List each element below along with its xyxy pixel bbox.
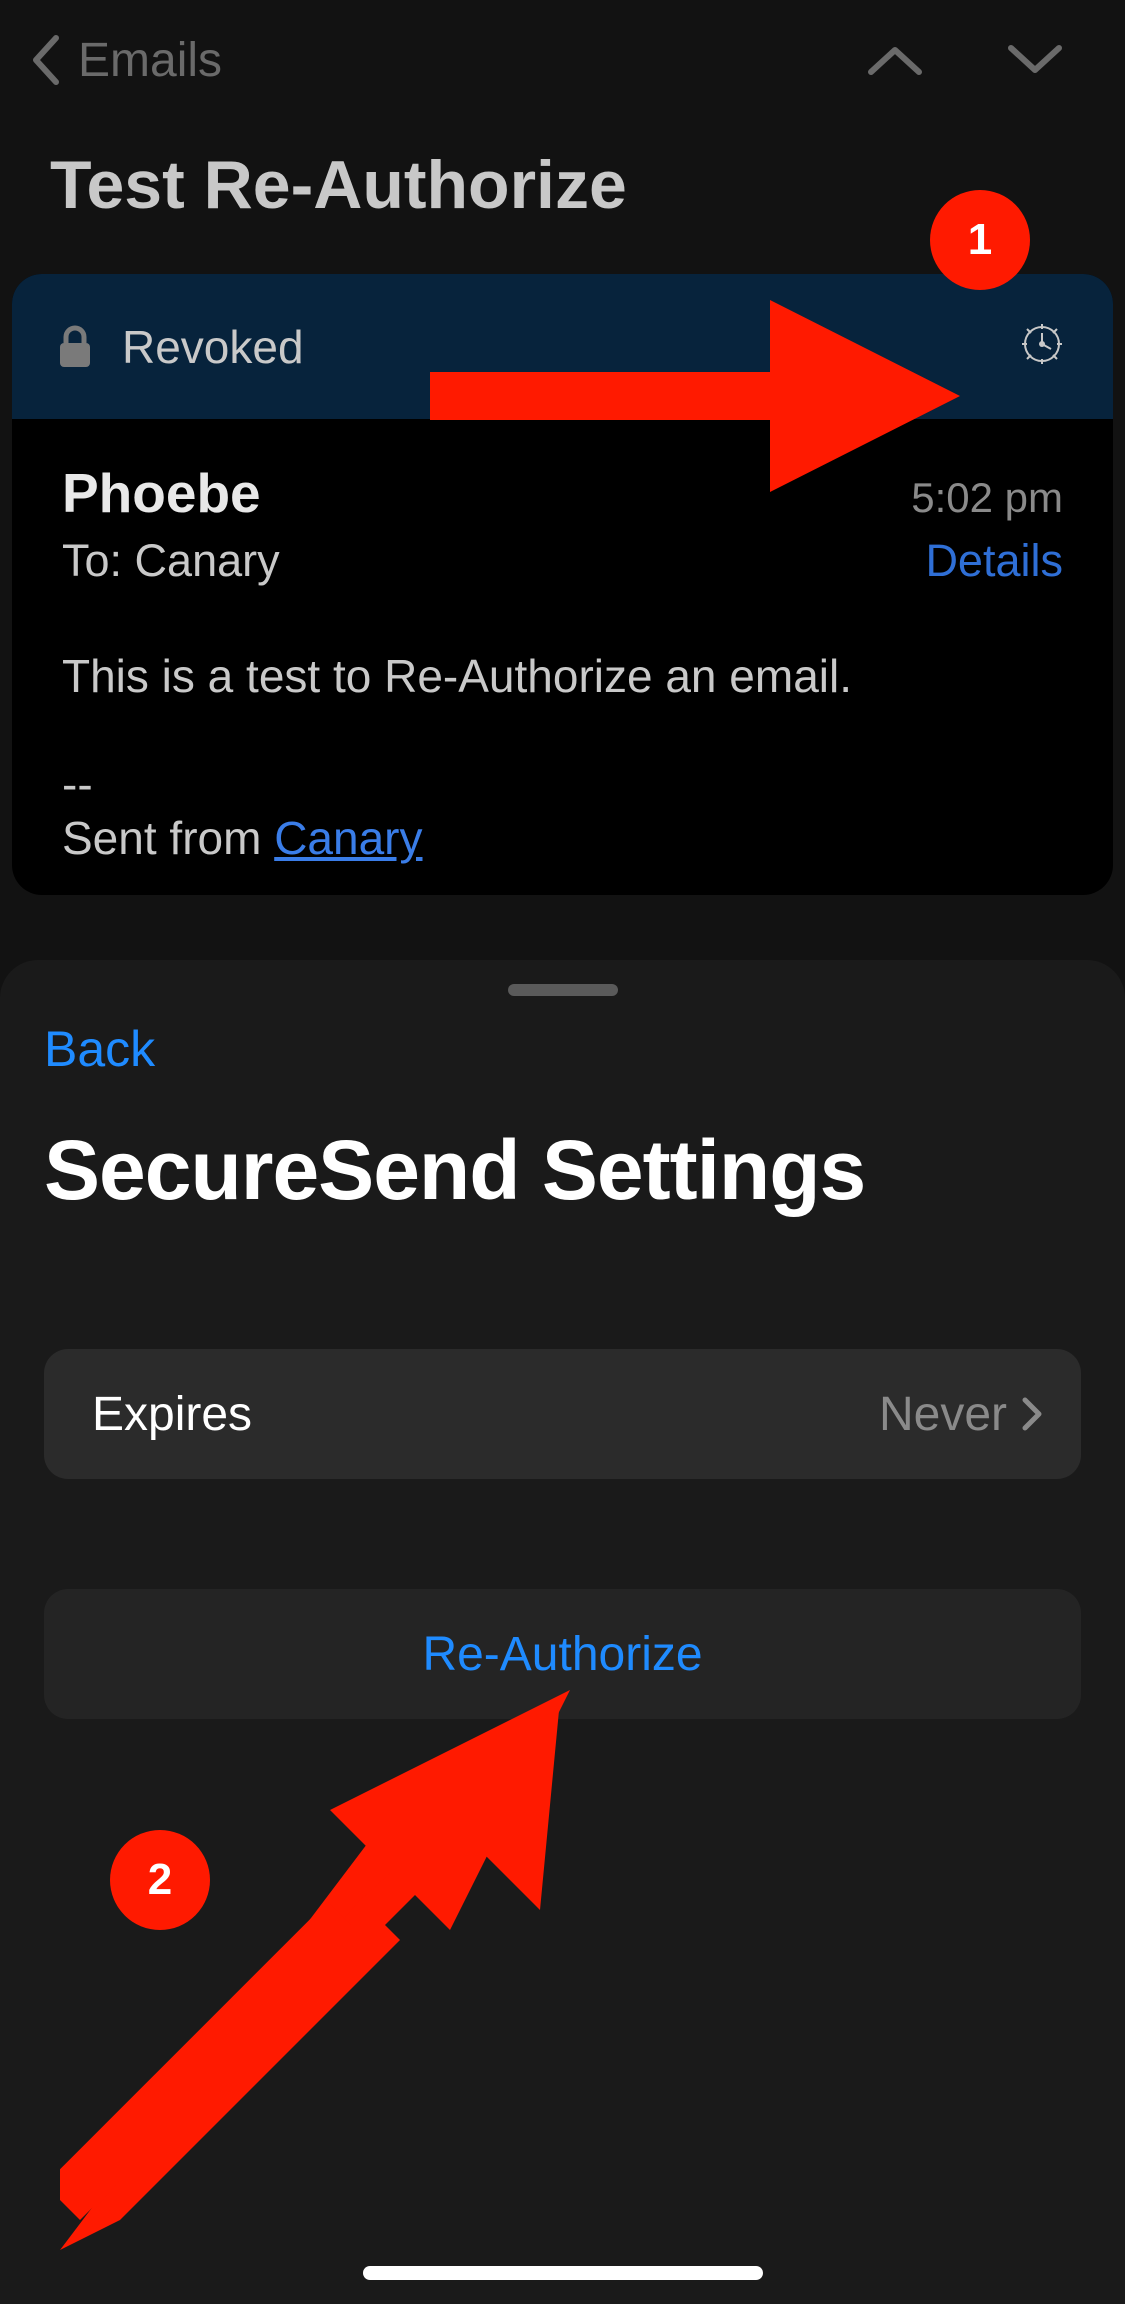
annotation-arrow-2 [60,1690,580,2250]
chevron-down-icon [1005,42,1065,78]
gear-icon [1021,323,1063,365]
chevron-right-icon [1021,1396,1043,1432]
expires-label: Expires [92,1387,252,1442]
signature-dashes: -- [62,757,1063,811]
expires-value: Never [879,1387,1007,1442]
prev-button[interactable] [865,42,925,78]
nav-back-label: Emails [78,33,222,88]
message-body: This is a test to Re-Authorize an email. [62,647,1063,707]
signature-link[interactable]: Canary [274,812,422,864]
sheet-grabber[interactable] [508,984,618,996]
next-button[interactable] [1005,42,1065,78]
details-link[interactable]: Details [925,535,1063,587]
settings-button[interactable] [1021,323,1063,370]
sheet-back-button[interactable]: Back [44,1020,155,1078]
home-indicator[interactable] [363,2266,763,2280]
sender-name: Phoebe [62,461,261,525]
recipient-line: To: Canary [62,535,280,587]
status-text: Revoked [122,320,304,374]
lock-icon [58,325,92,369]
chevron-up-icon [865,42,925,78]
sheet-title: SecureSend Settings [44,1122,1081,1219]
back-button[interactable]: Emails [30,33,222,88]
annotation-badge-1: 1 [930,190,1030,290]
annotation-arrow-1 [430,300,960,500]
signature-line: Sent from Canary [62,811,1063,865]
chevron-left-icon [30,34,60,86]
expires-row[interactable]: Expires Never [44,1349,1081,1479]
